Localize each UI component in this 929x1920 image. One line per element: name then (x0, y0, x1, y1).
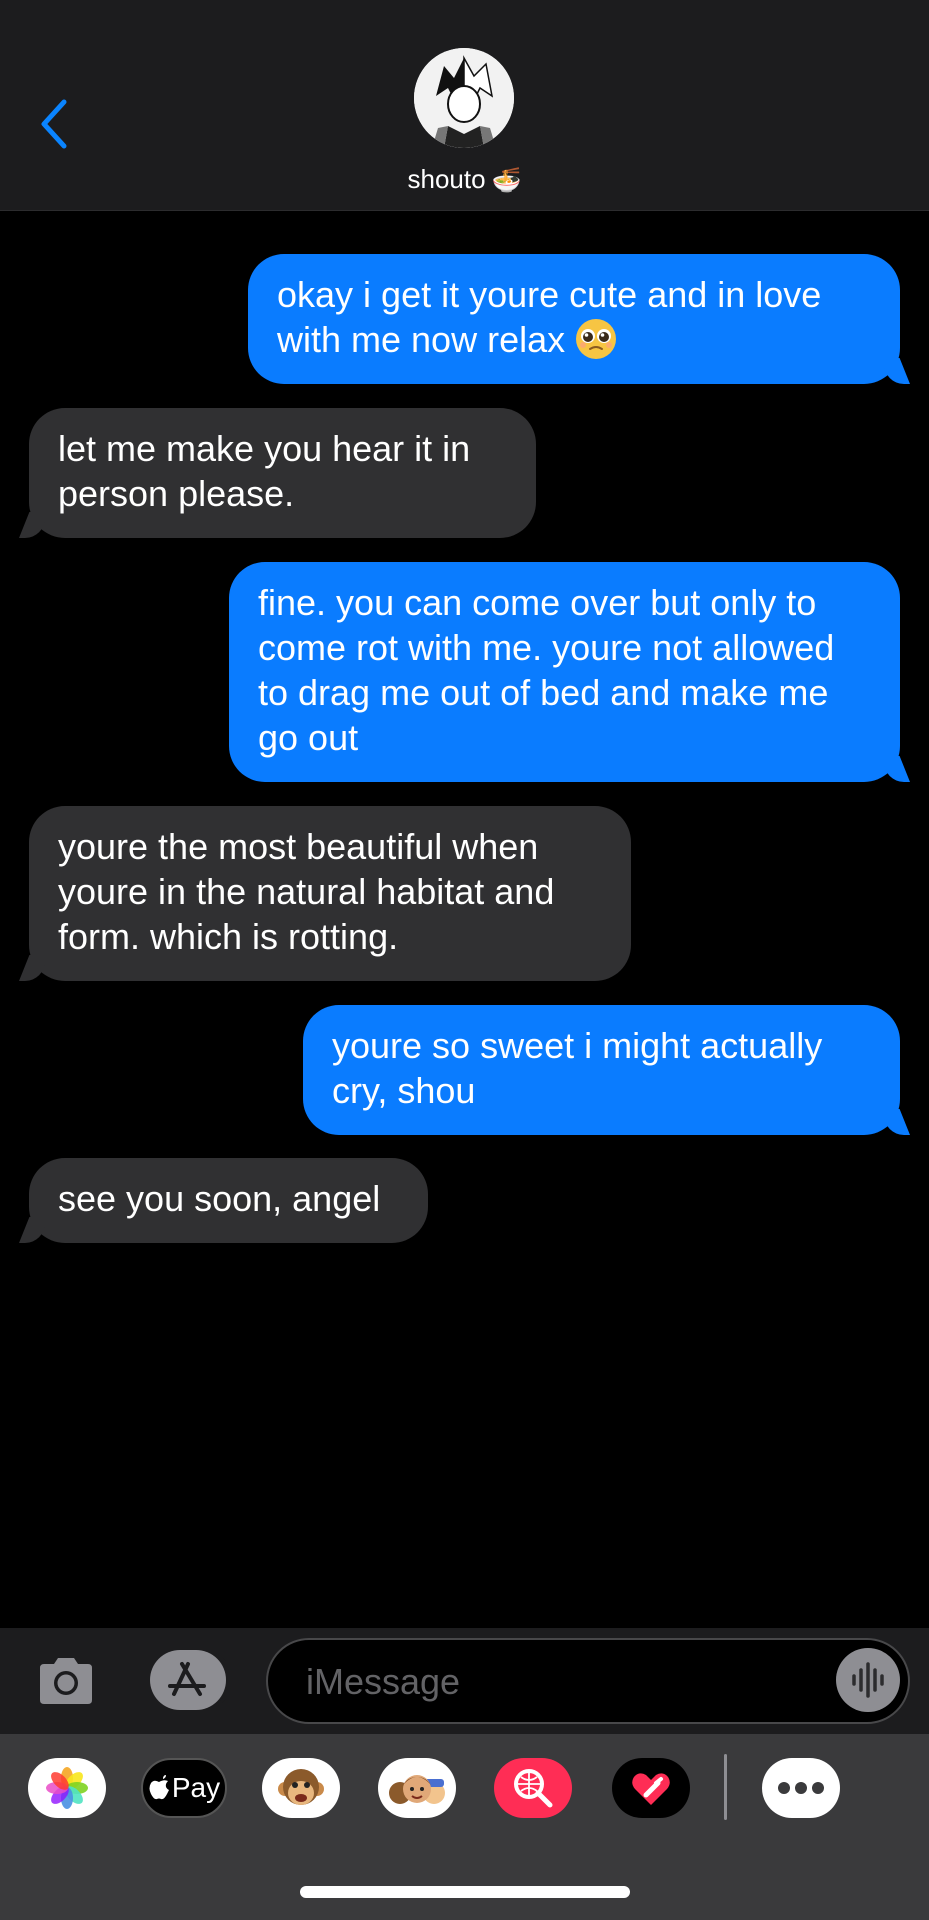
message-input[interactable] (304, 1658, 788, 1706)
message-bubble-sent[interactable]: okay i get it youre cute and in love wit… (248, 254, 900, 384)
message-input-field[interactable] (266, 1638, 910, 1724)
apple-pay-label: Pay (171, 1772, 221, 1803)
message-text: youre the most beautiful when youre in t… (58, 826, 555, 957)
message-bubble-sent[interactable]: youre so sweet i might actually cry, sho… (303, 1005, 900, 1135)
message-bubble-received[interactable]: see you soon, angel (29, 1158, 428, 1243)
message-bubble-received[interactable]: let me make you hear it in person please… (29, 408, 536, 538)
animoji-icon (278, 1769, 324, 1805)
animoji-app-button[interactable] (262, 1758, 340, 1818)
digital-touch-icon (632, 1773, 670, 1805)
message-text: see you soon, angel (58, 1178, 381, 1219)
photos-app-button[interactable] (28, 1758, 106, 1818)
message-bubble-sent[interactable]: fine. you can come over but only to come… (229, 562, 900, 782)
app-drawer-divider (724, 1754, 727, 1820)
digital-touch-button[interactable] (612, 1758, 690, 1818)
compose-bar (0, 1628, 929, 1734)
memoji-stickers-button[interactable] (378, 1758, 456, 1818)
home-indicator[interactable] (300, 1886, 630, 1898)
message-text: let me make you hear it in person please… (58, 428, 471, 514)
images-search-button[interactable] (494, 1758, 572, 1818)
noodle-emoji: 🍜 (491, 166, 522, 194)
contact-name[interactable]: shouto 🍜 (0, 164, 929, 195)
back-chevron-icon[interactable] (36, 96, 76, 152)
more-apps-button[interactable] (762, 1758, 840, 1818)
apple-logo-icon (149, 1775, 169, 1800)
camera-icon[interactable] (36, 1654, 96, 1706)
pleading-face-emoji (575, 318, 617, 360)
contact-avatar[interactable] (414, 48, 514, 148)
memoji-stickers-icon (389, 1775, 445, 1804)
conversation-header: shouto 🍜 (0, 0, 929, 211)
contact-name-text: shouto (407, 164, 486, 194)
message-bubble-received[interactable]: youre the most beautiful when youre in t… (29, 806, 631, 981)
message-text: okay i get it youre cute and in love wit… (277, 274, 822, 360)
images-search-icon (514, 1769, 553, 1808)
more-icon (778, 1782, 824, 1794)
photos-icon (46, 1767, 88, 1809)
app-store-icon (168, 1652, 234, 1708)
message-text: youre so sweet i might actually cry, sho… (332, 1025, 823, 1111)
message-text: fine. you can come over but only to come… (258, 582, 835, 758)
app-store-button[interactable] (150, 1650, 234, 1710)
waveform-icon (852, 1662, 884, 1698)
audio-message-button[interactable] (836, 1648, 900, 1712)
apple-pay-button[interactable]: Pay (141, 1758, 227, 1818)
